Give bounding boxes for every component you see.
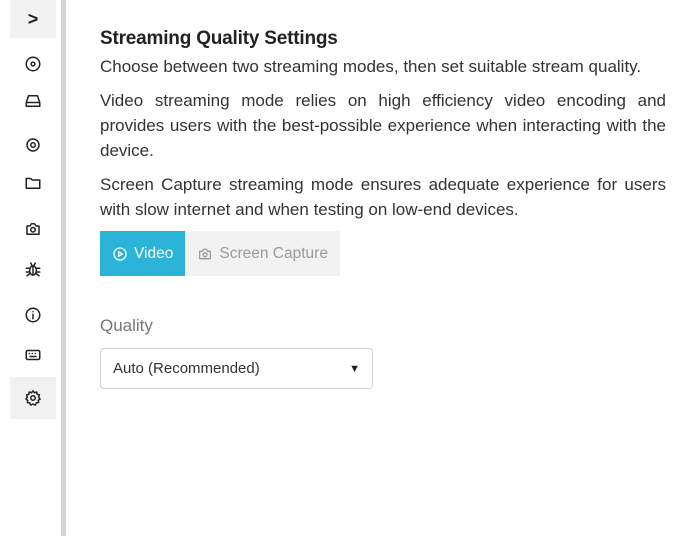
location-target-icon [26, 138, 40, 152]
quality-select[interactable]: Auto (Recommended) ▼ [100, 348, 373, 389]
page-title: Streaming Quality Settings [100, 28, 338, 49]
sidebar-item-disc[interactable] [10, 45, 56, 83]
video-mode-label: Video [134, 244, 174, 262]
sidebar: > [0, 0, 61, 536]
intro-paragraph: Choose between two streaming modes, then… [100, 57, 642, 76]
screen-capture-mode-label: Screen Capture [219, 244, 328, 262]
keyboard-icon [25, 349, 41, 361]
quality-selected-value: Auto (Recommended) [113, 360, 260, 377]
streaming-mode-toggle: Video Screen Capture [100, 231, 666, 276]
video-mode-button[interactable]: Video [100, 231, 186, 276]
bug-icon [25, 262, 41, 277]
sidebar-item-camera[interactable] [10, 210, 56, 248]
screen-capture-description: Screen Capture streaming mode ensures ad… [100, 175, 666, 219]
disc-icon [25, 56, 41, 72]
streaming-settings-panel: Streaming Quality Settings Choose betwee… [100, 28, 666, 389]
camera-icon [199, 248, 212, 259]
sidebar-item-settings[interactable] [10, 377, 56, 419]
screen-capture-mode-button[interactable]: Screen Capture [185, 231, 340, 276]
info-icon [25, 307, 41, 323]
sidebar-item-keyboard[interactable] [10, 336, 56, 374]
caret-down-icon: ▼ [349, 362, 360, 375]
camera-icon [26, 223, 40, 235]
sidebar-item-debug[interactable] [10, 250, 56, 288]
sidebar-item-files[interactable] [10, 164, 56, 202]
sidebar-item-info[interactable] [10, 296, 56, 334]
drive-icon [25, 95, 41, 107]
video-mode-description: Video streaming mode relies on high effi… [100, 91, 666, 160]
quality-label: Quality [100, 316, 153, 335]
play-circle-icon [113, 246, 127, 261]
sidebar-expand-button[interactable]: > [10, 0, 56, 38]
chevron-right-icon: > [27, 8, 39, 29]
gear-icon [25, 390, 41, 406]
sidebar-item-drive[interactable] [10, 82, 56, 120]
folder-icon [25, 177, 41, 189]
sidebar-item-location[interactable] [10, 126, 56, 164]
sidebar-divider [61, 0, 66, 536]
